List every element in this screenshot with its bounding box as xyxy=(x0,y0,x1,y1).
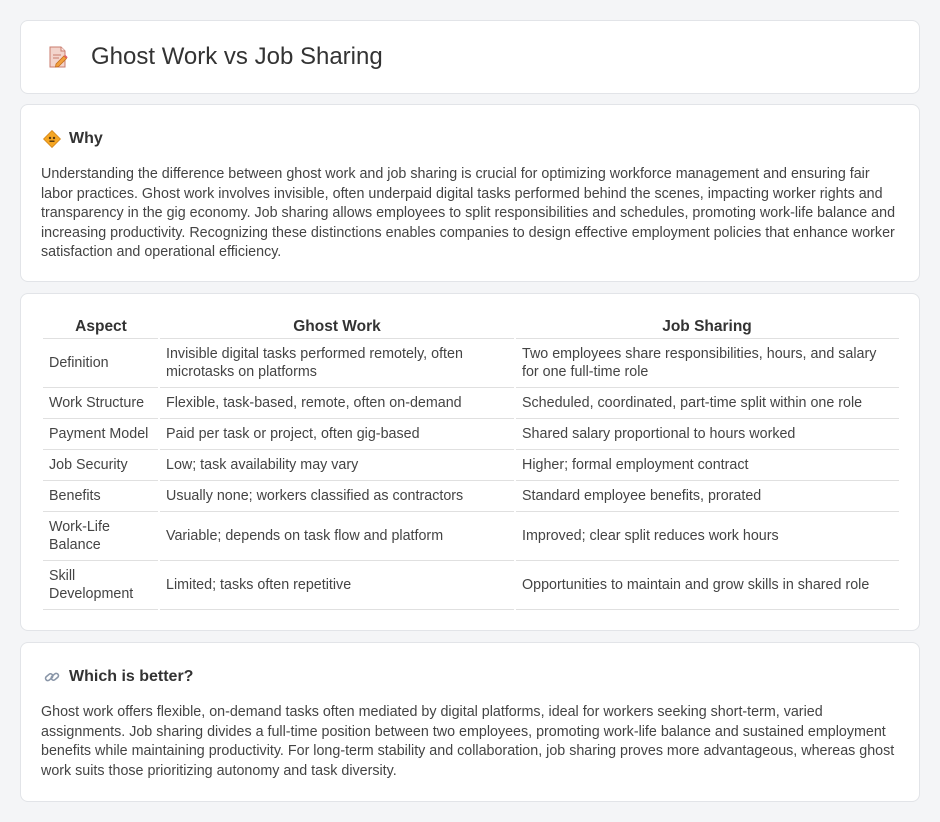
job-sharing-cell: Two employees share responsibilities, ho… xyxy=(514,338,899,388)
aspect-cell: Job Security xyxy=(43,449,159,481)
document-pencil-icon xyxy=(47,45,69,69)
link-icon xyxy=(43,668,61,686)
ghost-work-cell: Paid per task or project, often gig-base… xyxy=(158,418,515,450)
table-row: Job Security Low; task availability may … xyxy=(43,449,899,481)
table-row: Definition Invisible digital tasks perfo… xyxy=(43,338,899,388)
aspect-cell: Payment Model xyxy=(43,418,159,450)
aspect-cell: Work Structure xyxy=(43,387,159,419)
aspect-cell: Skill Development xyxy=(43,560,159,610)
why-section: Why Understanding the difference between… xyxy=(20,104,920,282)
title-card: Ghost Work vs Job Sharing xyxy=(20,20,920,94)
why-heading: Why xyxy=(69,129,103,147)
table-row: Work Structure Flexible, task-based, rem… xyxy=(43,387,899,419)
comparison-card: Aspect Ghost Work Job Sharing Definition… xyxy=(20,293,920,631)
why-body: Understanding the difference between gho… xyxy=(41,166,896,261)
which-is-better-section: Which is better? Ghost work offers flexi… xyxy=(20,642,920,802)
table-row: Benefits Usually none; workers classifie… xyxy=(43,480,899,512)
job-sharing-cell: Higher; formal employment contract xyxy=(514,449,899,481)
job-sharing-cell: Shared salary proportional to hours work… xyxy=(514,418,899,450)
job-sharing-cell: Scheduled, coordinated, part-time split … xyxy=(514,387,899,419)
ghost-work-cell: Invisible digital tasks performed remote… xyxy=(158,338,515,388)
table-row: Payment Model Paid per task or project, … xyxy=(43,418,899,450)
diamond-sign-icon xyxy=(42,129,62,148)
aspect-cell: Benefits xyxy=(43,480,159,512)
ghost-work-cell: Low; task availability may vary xyxy=(158,449,515,481)
aspect-cell: Definition xyxy=(43,338,159,388)
header-aspect: Aspect xyxy=(43,316,159,339)
ghost-work-cell: Usually none; workers classified as cont… xyxy=(158,480,515,512)
ghost-work-cell: Variable; depends on task flow and platf… xyxy=(158,511,515,561)
job-sharing-cell: Improved; clear split reduces work hours xyxy=(514,511,899,561)
table-row: Skill Development Limited; tasks often r… xyxy=(43,560,899,610)
header-ghost-work: Ghost Work xyxy=(159,316,515,339)
page-title: Ghost Work vs Job Sharing xyxy=(91,43,383,70)
header-job-sharing: Job Sharing xyxy=(515,316,899,339)
which-is-better-body: Ghost work offers flexible, on-demand ta… xyxy=(41,704,895,779)
ghost-work-cell: Flexible, task-based, remote, often on-d… xyxy=(158,387,515,419)
which-is-better-heading: Which is better? xyxy=(69,667,194,685)
job-sharing-cell: Opportunities to maintain and grow skill… xyxy=(514,560,899,610)
table-row: Work-Life Balance Variable; depends on t… xyxy=(43,511,899,561)
ghost-work-cell: Limited; tasks often repetitive xyxy=(158,560,515,610)
comparison-table: Aspect Ghost Work Job Sharing Definition… xyxy=(43,316,899,610)
table-header-row: Aspect Ghost Work Job Sharing xyxy=(43,316,899,339)
aspect-cell: Work-Life Balance xyxy=(43,511,159,561)
job-sharing-cell: Standard employee benefits, prorated xyxy=(514,480,899,512)
